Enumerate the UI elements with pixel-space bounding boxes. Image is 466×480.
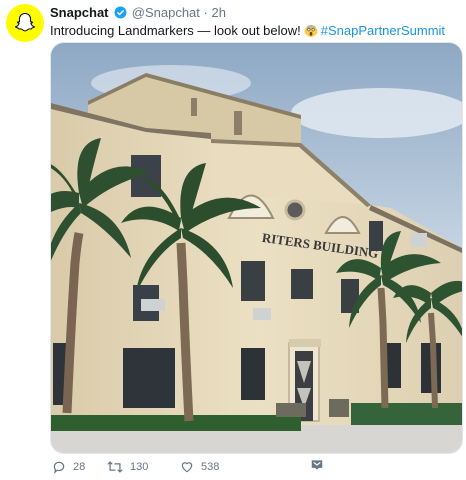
avatar[interactable] [6,4,44,42]
heart-icon [181,462,193,473]
hashtag-link[interactable]: #SnapPartnerSummit [321,23,445,38]
direct-message-button[interactable] [310,458,324,477]
direct-message-icon [311,460,323,470]
tweet-text: Introducing Landmarkers — look out below… [50,22,445,39]
reply-button[interactable]: 28 [52,456,85,478]
scream-emoji-icon [304,25,318,37]
meta-separator: · [203,5,208,20]
author-handle[interactable]: @Snapchat [132,5,200,20]
retweet-icon [107,461,123,473]
reply-count: 28 [73,461,86,473]
tweet-actions: 28 130 538 [50,456,350,478]
retweet-button[interactable]: 130 [107,456,148,478]
author-name[interactable]: Snapchat [50,5,109,20]
verified-badge-icon [114,6,127,19]
building-photo: RITERS BUILDING [51,43,462,453]
tweet-media[interactable]: RITERS BUILDING [50,42,463,454]
ghost-icon [14,12,36,32]
reply-icon [53,461,65,474]
like-count: 538 [201,461,220,473]
retweet-count: 130 [130,461,149,473]
tweet-timestamp[interactable]: 2h [212,5,226,20]
like-button[interactable]: 538 [180,456,219,478]
tweet-header: Snapchat @Snapchat · 2h [50,4,226,21]
tweet-text-body: Introducing Landmarkers — look out below… [50,23,301,38]
